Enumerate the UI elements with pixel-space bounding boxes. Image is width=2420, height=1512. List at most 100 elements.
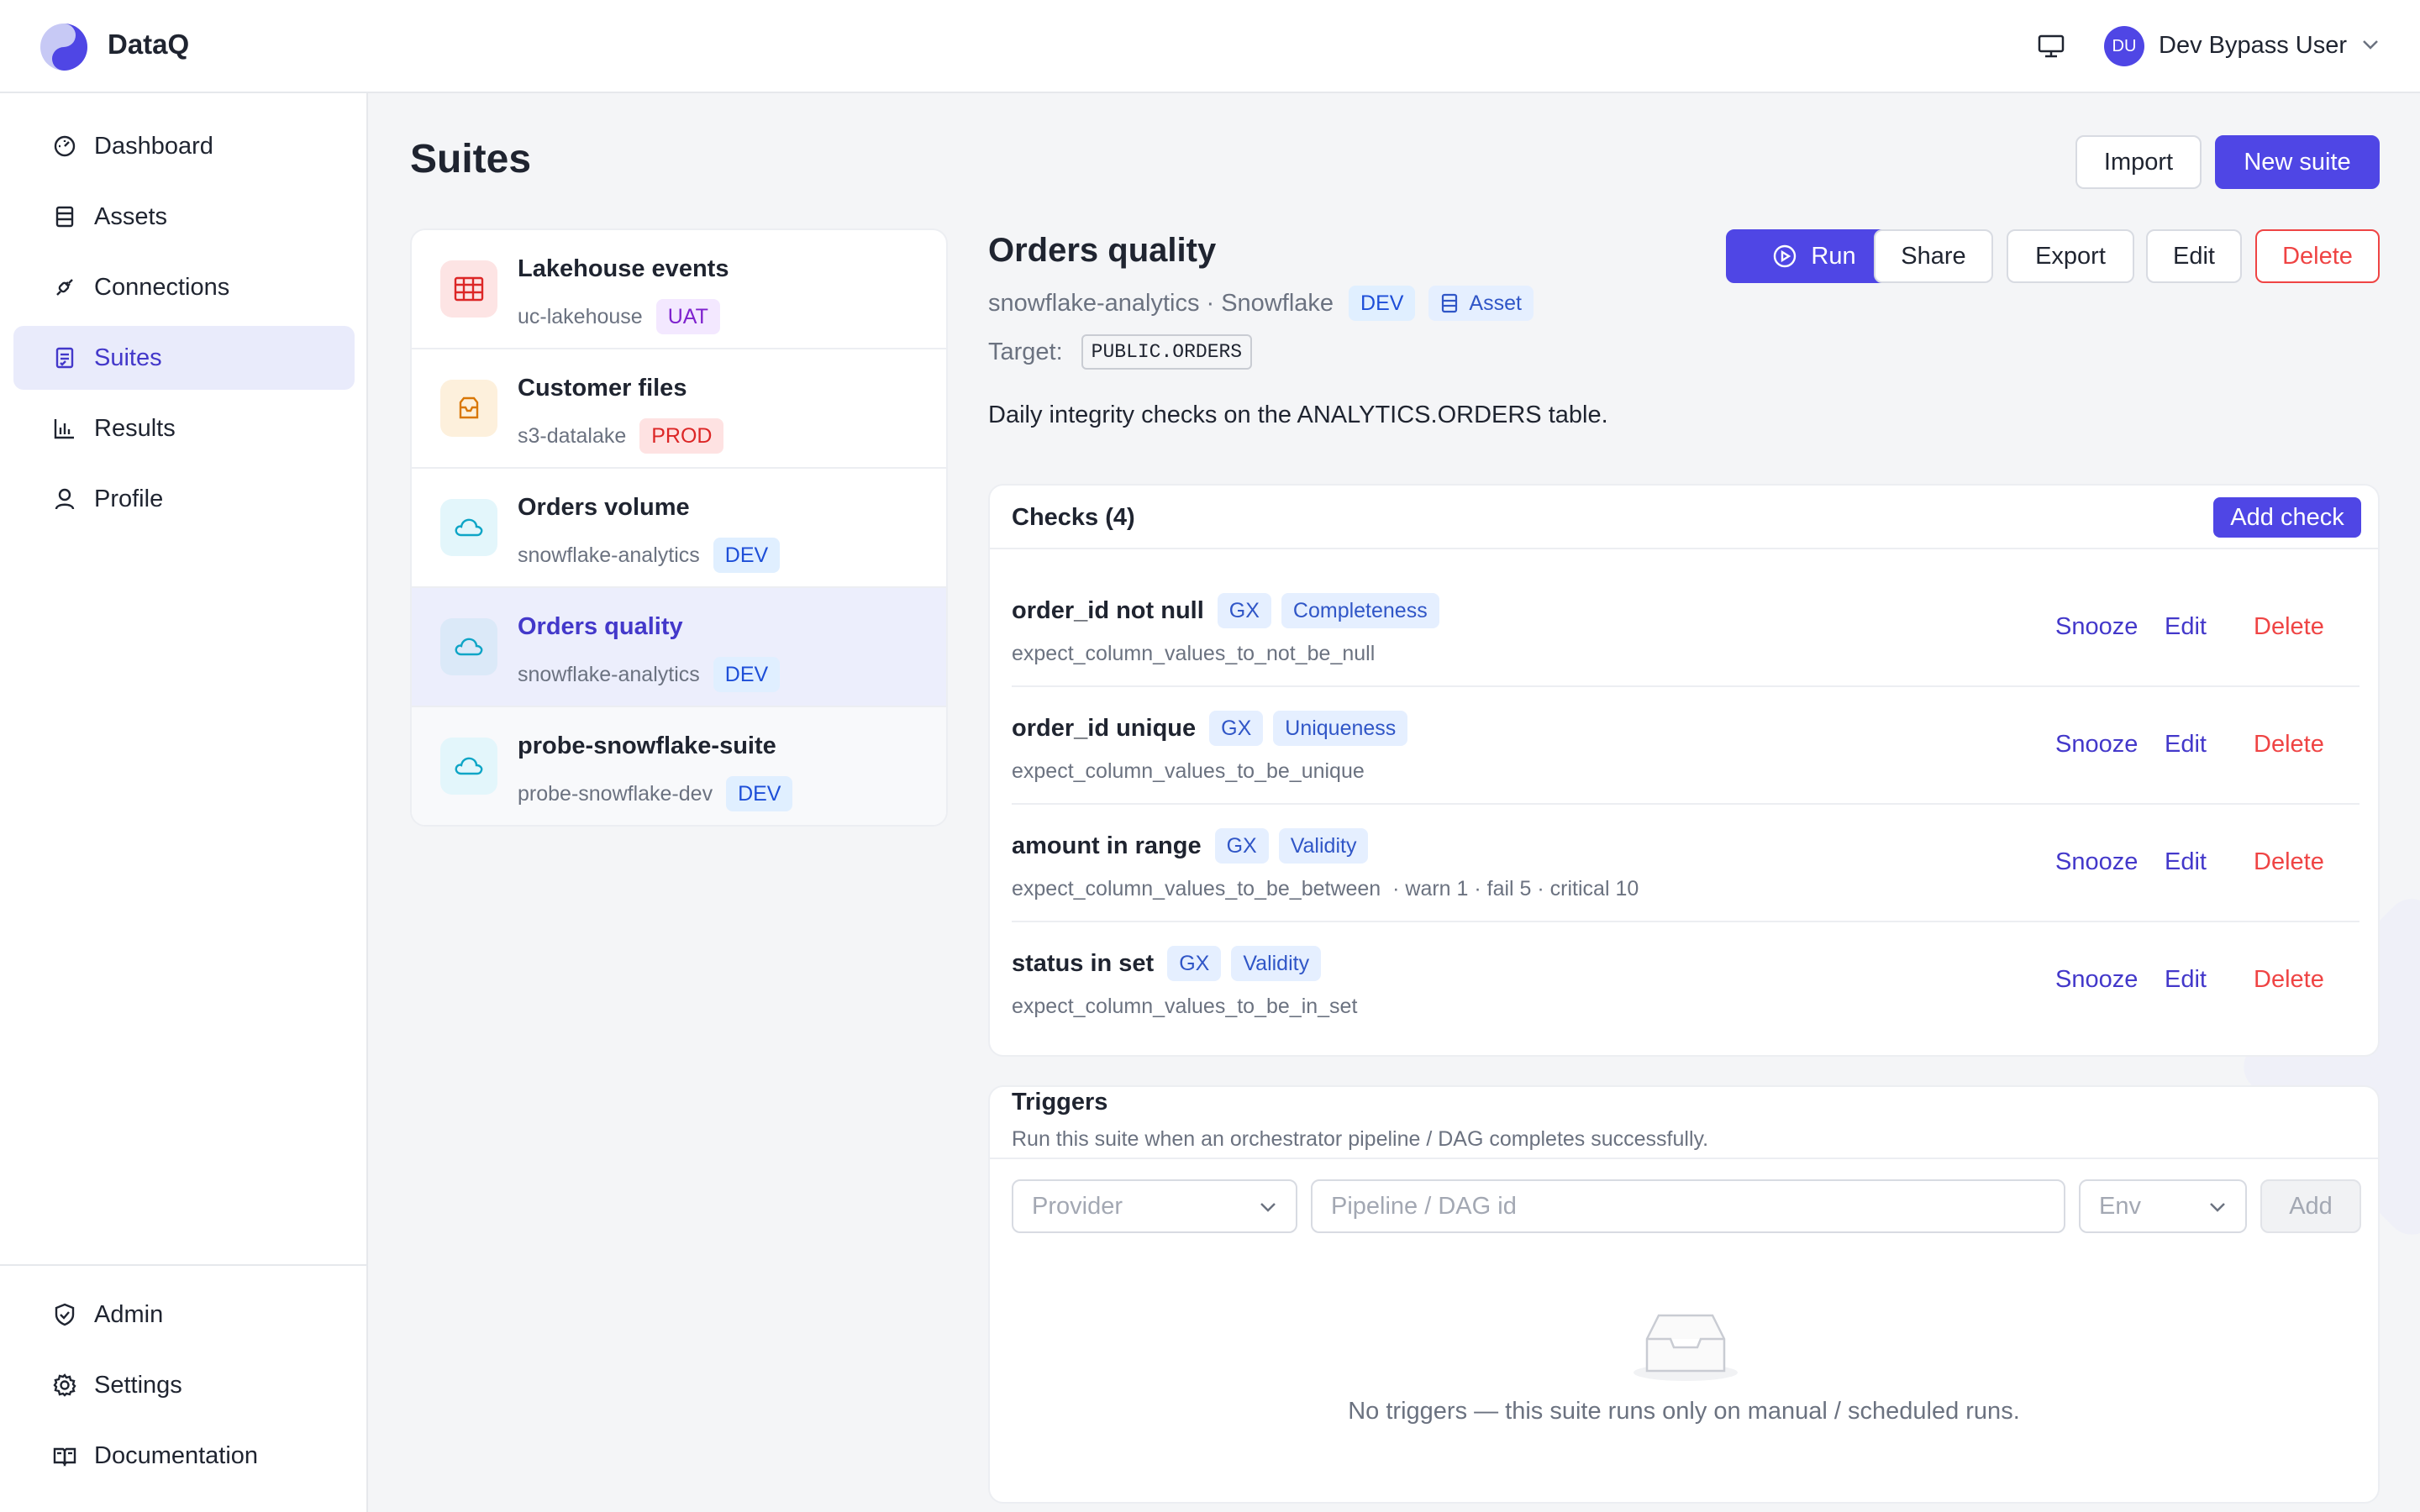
delete-check-button[interactable]: Delete bbox=[2254, 966, 2324, 994]
clipboard-check-icon bbox=[55, 347, 74, 369]
check-name-group: order_id not null GX Completeness bbox=[1012, 593, 1439, 628]
sidebar-item-label: Suites bbox=[94, 344, 162, 371]
dimension-badge: Validity bbox=[1231, 946, 1322, 981]
checks-card: Checks (4) Add check order_id not null G… bbox=[988, 484, 2380, 1057]
target-label: Target: bbox=[988, 338, 1063, 365]
sidebar-item-results[interactable]: Results bbox=[13, 396, 355, 460]
check-row: order_id not null GX Completeness expect… bbox=[1012, 570, 2360, 687]
check-name: order_id unique bbox=[1012, 714, 1197, 742]
sidebar-item-dashboard[interactable]: Dashboard bbox=[13, 114, 355, 178]
add-check-button[interactable]: Add check bbox=[2213, 497, 2361, 538]
suite-tile bbox=[440, 738, 497, 795]
sidebar-item-settings[interactable]: Settings bbox=[13, 1353, 355, 1417]
snooze-button[interactable]: Snooze bbox=[2055, 966, 2138, 994]
cloud-icon bbox=[455, 638, 483, 656]
sidebar-item-assets[interactable]: Assets bbox=[13, 185, 355, 249]
dimension-badge: Uniqueness bbox=[1273, 711, 1408, 746]
env-badge: DEV bbox=[713, 657, 781, 692]
sidebar-item-documentation[interactable]: Documentation bbox=[13, 1424, 355, 1488]
edit-check-button[interactable]: Edit bbox=[2165, 848, 2207, 876]
sidebar-item-label: Assets bbox=[94, 202, 168, 230]
user-menu-name[interactable]: Dev Bypass User bbox=[2159, 32, 2347, 60]
snooze-button[interactable]: Snooze bbox=[2055, 613, 2138, 641]
edit-check-button[interactable]: Edit bbox=[2165, 966, 2207, 994]
add-trigger-button[interactable]: Add bbox=[2260, 1179, 2361, 1233]
check-name: status in set bbox=[1012, 949, 1155, 977]
check-name-group: order_id unique GX Uniqueness bbox=[1012, 711, 1408, 746]
delete-check-button[interactable]: Delete bbox=[2254, 731, 2324, 759]
engine-badge: GX bbox=[1167, 946, 1222, 981]
inbox-icon bbox=[459, 396, 479, 419]
suite-target: Target: PUBLIC.ORDERS bbox=[988, 334, 1253, 370]
snooze-button[interactable]: Snooze bbox=[2055, 731, 2138, 759]
suite-meta: probe-snowflake-dev DEV bbox=[518, 776, 793, 811]
asset-link[interactable]: Asset bbox=[1428, 286, 1534, 321]
check-expectation: expect_column_values_to_be_unique bbox=[1012, 759, 1365, 784]
expectation-text: expect_column_values_to_be_unique bbox=[1012, 759, 1365, 783]
snooze-button[interactable]: Snooze bbox=[2055, 848, 2138, 876]
suite-name: Lakehouse events bbox=[518, 255, 729, 282]
suite-tile bbox=[440, 380, 497, 437]
monitor-icon[interactable] bbox=[2037, 34, 2065, 59]
avatar[interactable]: DU bbox=[2104, 26, 2144, 66]
sidebar-item-label: Profile bbox=[94, 485, 164, 512]
chevron-down-icon[interactable] bbox=[2361, 39, 2380, 50]
check-row: status in set GX Validity expect_column_… bbox=[1012, 922, 2360, 1040]
suite-item-lakehouse-events[interactable]: Lakehouse events uc-lakehouse UAT bbox=[412, 230, 946, 349]
pipeline-id-input[interactable]: Pipeline / DAG id bbox=[1311, 1179, 2065, 1233]
suite-item-orders-quality[interactable]: Orders quality snowflake-analytics DEV bbox=[412, 588, 946, 707]
import-button[interactable]: Import bbox=[2075, 135, 2202, 189]
suite-connection: probe-snowflake-dev bbox=[518, 781, 713, 806]
brand-name: DataQ bbox=[108, 29, 190, 60]
env-badge: DEV bbox=[713, 538, 781, 573]
dimension-badge: Completeness bbox=[1281, 593, 1439, 628]
delete-check-button[interactable]: Delete bbox=[2254, 613, 2324, 641]
bar-chart-icon bbox=[54, 419, 74, 439]
env-badge: PROD bbox=[639, 418, 724, 454]
suite-item-customer-files[interactable]: Customer files s3-datalake PROD bbox=[412, 349, 946, 469]
check-row: amount in range GX Validity expect_colum… bbox=[1012, 805, 2360, 922]
suite-tile bbox=[440, 499, 497, 556]
sidebar-item-label: Connections bbox=[94, 273, 230, 301]
suite-meta: uc-lakehouse UAT bbox=[518, 299, 720, 334]
suite-connection: snowflake-analytics bbox=[518, 543, 700, 567]
target-value: PUBLIC.ORDERS bbox=[1081, 334, 1253, 370]
share-button[interactable]: Share bbox=[1874, 229, 1993, 283]
delete-suite-button[interactable]: Delete bbox=[2255, 229, 2380, 283]
check-name: order_id not null bbox=[1012, 596, 1204, 624]
suite-name: Orders quality bbox=[518, 613, 683, 640]
export-button[interactable]: Export bbox=[2007, 229, 2134, 283]
env-placeholder: Env bbox=[2099, 1192, 2141, 1220]
shield-check-icon bbox=[55, 1303, 75, 1326]
suite-meta: snowflake-analytics DEV bbox=[518, 538, 781, 573]
suite-tile bbox=[440, 260, 497, 318]
edit-suite-button[interactable]: Edit bbox=[2146, 229, 2242, 283]
suite-list: Lakehouse events uc-lakehouse UAT Custom… bbox=[410, 228, 948, 827]
cloud-icon bbox=[455, 518, 483, 537]
edit-check-button[interactable]: Edit bbox=[2165, 613, 2207, 641]
suite-detail-title: Orders quality bbox=[988, 232, 1217, 269]
check-expectation: expect_column_values_to_be_in_set bbox=[1012, 995, 1357, 1019]
suite-connection: s3-datalake bbox=[518, 423, 627, 448]
top-header: DataQ DU Dev Bypass User bbox=[0, 0, 2420, 93]
suite-item-probe-snowflake-suite[interactable]: probe-snowflake-suite probe-snowflake-de… bbox=[412, 707, 946, 825]
new-suite-button[interactable]: New suite bbox=[2215, 135, 2380, 189]
check-expectation: expect_column_values_to_not_be_null bbox=[1012, 642, 1375, 666]
suite-meta: snowflake-analytics DEV bbox=[518, 657, 781, 692]
sidebar-item-label: Settings bbox=[94, 1371, 182, 1399]
triggers-title: Triggers bbox=[1012, 1089, 1108, 1116]
plug-icon bbox=[56, 279, 73, 296]
env-badge: DEV bbox=[1349, 286, 1416, 321]
sidebar-item-suites[interactable]: Suites bbox=[13, 326, 355, 390]
suite-connection: snowflake-analytics bbox=[518, 662, 700, 686]
provider-select[interactable]: Provider bbox=[1012, 1179, 1297, 1233]
suite-description: Daily integrity checks on the ANALYTICS.… bbox=[988, 402, 1608, 428]
sidebar-item-admin[interactable]: Admin bbox=[13, 1283, 355, 1347]
edit-check-button[interactable]: Edit bbox=[2165, 731, 2207, 759]
sidebar-item-connections[interactable]: Connections bbox=[13, 255, 355, 319]
table-icon bbox=[1442, 293, 1458, 313]
env-select[interactable]: Env bbox=[2079, 1179, 2247, 1233]
sidebar-item-profile[interactable]: Profile bbox=[13, 467, 355, 531]
delete-check-button[interactable]: Delete bbox=[2254, 848, 2324, 876]
suite-item-orders-volume[interactable]: Orders volume snowflake-analytics DEV bbox=[412, 469, 946, 588]
